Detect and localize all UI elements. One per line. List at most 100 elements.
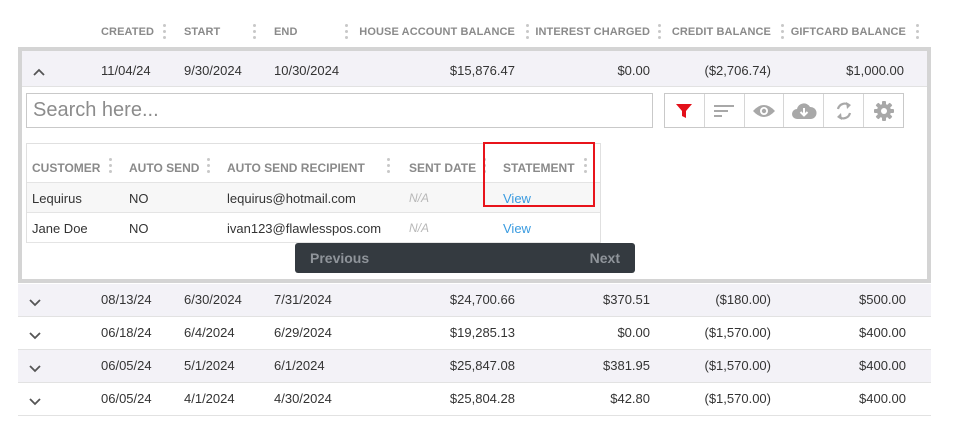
column-header-customer[interactable]: CUSTOMER [32, 161, 100, 175]
cell-house-balance: $25,804.28 [449, 391, 515, 406]
cloud-download-icon [791, 102, 817, 119]
column-resize-handle[interactable] [526, 24, 530, 42]
column-resize-handle[interactable] [387, 158, 391, 176]
table-row[interactable]: 06/05/24 4/1/2024 4/30/2024 $25,804.28 $… [18, 383, 931, 416]
cell-created: 06/05/24 [101, 391, 152, 406]
column-header-interest-charged[interactable]: INTEREST CHARGED [535, 26, 650, 38]
column-header-giftcard-balance[interactable]: GIFTCARD BALANCE [791, 26, 906, 38]
cell-created: 08/13/24 [101, 292, 152, 307]
export-button[interactable] [784, 94, 825, 127]
column-resize-handle[interactable] [345, 24, 349, 42]
cell-interest: $370.51 [603, 292, 650, 307]
cell-credit: ($1,570.00) [704, 325, 772, 340]
column-resize-handle[interactable] [163, 24, 167, 42]
statements-grid: CREATED START END HOUSE ACCOUNT BALANCE … [18, 0, 931, 416]
chevron-down-icon[interactable] [28, 395, 42, 409]
eye-icon [753, 104, 776, 117]
column-resize-handle[interactable] [584, 158, 588, 176]
cell-interest: $0.00 [617, 325, 650, 340]
cell-customer: Lequirus [32, 191, 82, 206]
cell-sent-date: N/A [409, 221, 430, 235]
column-header-end[interactable]: END [274, 26, 298, 38]
column-resize-handle[interactable] [781, 24, 785, 42]
cell-start: 6/30/2024 [184, 292, 242, 307]
row-detail-panel: CUSTOMER AUTO SEND AUTO SEND RECIPIENT S… [22, 88, 927, 279]
column-resize-handle[interactable] [207, 158, 211, 176]
cell-start: 9/30/2024 [184, 63, 242, 78]
cell-interest: $0.00 [617, 63, 650, 78]
cell-start: 5/1/2024 [184, 358, 235, 373]
settings-button[interactable] [864, 94, 903, 127]
previous-page-button[interactable]: Previous [310, 250, 369, 266]
cell-credit: ($180.00) [715, 292, 771, 307]
cell-created: 06/05/24 [101, 358, 152, 373]
column-header-auto-send[interactable]: AUTO SEND [129, 161, 199, 175]
cell-auto-send: NO [129, 221, 149, 236]
expanded-row-container: 11/04/24 9/30/2024 10/30/2024 $15,876.47… [18, 47, 931, 283]
column-visibility-button[interactable] [745, 94, 785, 127]
filter-button[interactable] [665, 94, 705, 127]
cell-credit: ($2,706.74) [704, 63, 772, 78]
sort-icon [714, 104, 735, 117]
gear-icon [873, 100, 894, 121]
table-row[interactable]: Jane Doe NO ivan123@flawlesspos.com N/A … [27, 213, 600, 243]
inner-table-header: CUSTOMER AUTO SEND AUTO SEND RECIPIENT S… [27, 144, 600, 183]
cell-customer: Jane Doe [32, 221, 88, 236]
column-header-start[interactable]: START [184, 26, 220, 38]
cell-giftcard: $500.00 [859, 292, 906, 307]
statement-recipients-table: CUSTOMER AUTO SEND AUTO SEND RECIPIENT S… [26, 143, 601, 243]
grid-toolbar [664, 93, 904, 128]
column-resize-handle[interactable] [253, 24, 257, 42]
table-row[interactable]: Lequirus NO lequirus@hotmail.com N/A Vie… [27, 183, 600, 213]
next-page-button[interactable]: Next [590, 250, 620, 266]
cell-recipient: ivan123@flawlesspos.com [227, 221, 382, 236]
column-resize-handle[interactable] [109, 158, 113, 176]
chevron-down-icon[interactable] [28, 296, 42, 310]
cell-credit: ($1,570.00) [704, 358, 772, 373]
cell-end: 6/1/2024 [274, 358, 325, 373]
cell-house-balance: $25,847.08 [449, 358, 515, 373]
cell-start: 4/1/2024 [184, 391, 235, 406]
chevron-down-icon[interactable] [28, 329, 42, 343]
cell-end: 10/30/2024 [274, 63, 340, 78]
cell-sent-date: N/A [409, 191, 430, 205]
column-resize-handle[interactable] [916, 24, 920, 42]
cell-giftcard: $400.00 [859, 391, 906, 406]
column-header-statement[interactable]: STATEMENT [503, 161, 575, 175]
refresh-button[interactable] [824, 94, 865, 127]
cell-interest: $42.80 [610, 391, 650, 406]
cell-end: 7/31/2024 [274, 292, 332, 307]
chevron-down-icon[interactable] [28, 362, 42, 376]
column-resize-handle[interactable] [483, 158, 487, 176]
view-statement-link[interactable]: View [503, 191, 531, 206]
chevron-up-icon[interactable] [32, 65, 46, 79]
view-statement-link[interactable]: View [503, 221, 531, 236]
cell-recipient: lequirus@hotmail.com [227, 191, 356, 206]
cell-house-balance: $24,700.66 [449, 292, 515, 307]
search-input[interactable] [26, 93, 653, 128]
cell-house-balance: $19,285.13 [449, 325, 515, 340]
cell-interest: $381.95 [603, 358, 650, 373]
cell-house-balance: $15,876.47 [449, 63, 515, 78]
column-header-house-account-balance[interactable]: HOUSE ACCOUNT BALANCE [359, 26, 515, 38]
sort-button[interactable] [705, 94, 745, 127]
table-row-expanded[interactable]: 11/04/24 9/30/2024 10/30/2024 $15,876.47… [22, 51, 927, 87]
column-resize-handle[interactable] [658, 24, 662, 42]
pagination-bar: Previous Next [295, 243, 635, 273]
column-header-sent-date[interactable]: SENT DATE [409, 161, 476, 175]
cell-created: 06/18/24 [101, 325, 152, 340]
table-row[interactable]: 06/05/24 5/1/2024 6/1/2024 $25,847.08 $3… [18, 350, 931, 383]
column-header-created[interactable]: CREATED [101, 26, 154, 38]
cell-end: 4/30/2024 [274, 391, 332, 406]
cell-end: 6/29/2024 [274, 325, 332, 340]
table-row[interactable]: 06/18/24 6/4/2024 6/29/2024 $19,285.13 $… [18, 317, 931, 350]
column-header-auto-send-recipient[interactable]: AUTO SEND RECIPIENT [227, 161, 365, 175]
cell-start: 6/4/2024 [184, 325, 235, 340]
column-header-credit-balance[interactable]: CREDIT BALANCE [672, 26, 771, 38]
table-row[interactable]: 08/13/24 6/30/2024 7/31/2024 $24,700.66 … [18, 284, 931, 317]
cell-created: 11/04/24 [101, 63, 151, 78]
cell-giftcard: $1,000.00 [846, 63, 904, 78]
cell-giftcard: $400.00 [859, 325, 906, 340]
refresh-icon [836, 101, 851, 120]
grid-header: CREATED START END HOUSE ACCOUNT BALANCE … [18, 0, 931, 47]
